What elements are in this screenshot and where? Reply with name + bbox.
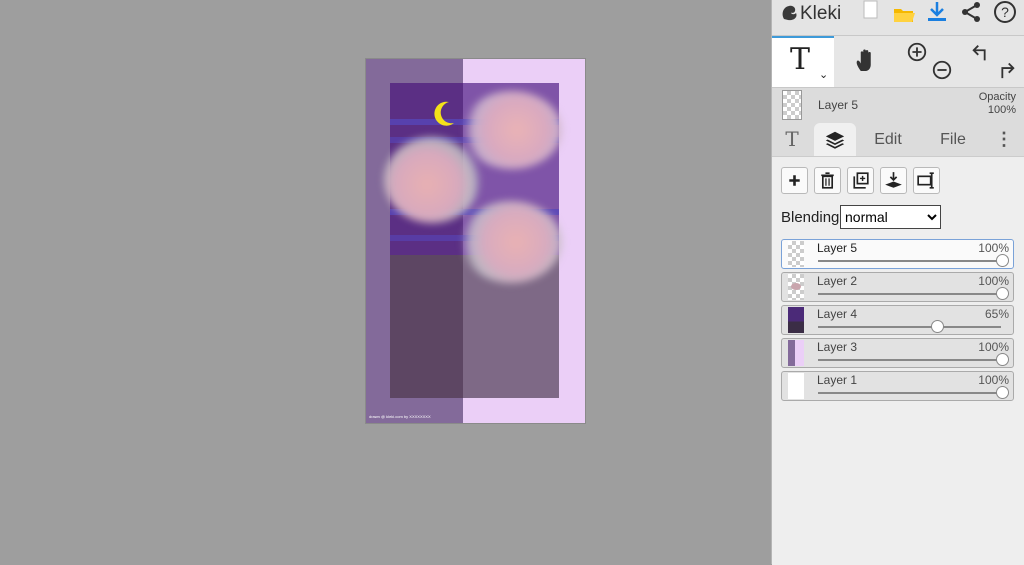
side-panel: Kleki ? T ⌄ Layer 5 Opacity 100% T Edit …	[771, 0, 1024, 565]
text-tool-glyph: T	[790, 42, 811, 77]
layer-opacity-knob[interactable]	[996, 254, 1009, 267]
layer-name: Layer 1	[817, 373, 858, 387]
hand-icon	[856, 49, 871, 71]
top-bar: Kleki ?	[772, 0, 1024, 36]
layers-panel: Blending normal Layer 5 100% Layer 2 100% La…	[772, 156, 1024, 565]
layer-opacity-slider[interactable]	[818, 326, 1001, 328]
kleki-squirrel-icon	[782, 5, 797, 21]
layer-thumbnail	[788, 241, 804, 267]
layer-thumbnail	[788, 307, 804, 333]
open-folder-icon[interactable]	[892, 2, 916, 26]
moon-icon	[434, 101, 454, 126]
kleki-logo: Kleki	[780, 2, 841, 25]
layer-opacity-knob[interactable]	[996, 386, 1009, 399]
share-icon[interactable]	[959, 0, 983, 24]
art-signature: drawn @ kleki.com by XXXXXXXX	[369, 414, 431, 419]
current-layer-thumbnail	[782, 90, 802, 120]
tab-layers[interactable]	[814, 123, 856, 156]
layer-opacity: 100%	[978, 274, 1009, 288]
zoom-out-icon[interactable]	[931, 59, 953, 81]
merge-down-button[interactable]	[880, 167, 907, 194]
art-cloud	[462, 91, 562, 169]
layer-opacity: 100%	[978, 373, 1009, 387]
current-layer-info: Layer 5 Opacity 100%	[772, 88, 1024, 124]
zoom-in-icon[interactable]	[906, 41, 928, 63]
duplicate-icon	[853, 172, 869, 189]
rename-layer-button[interactable]	[913, 167, 940, 194]
layer-name: Layer 2	[817, 274, 858, 288]
layer-opacity-slider[interactable]	[818, 359, 1001, 361]
opacity-value: 100%	[987, 104, 1016, 116]
layer-opacity-knob[interactable]	[996, 287, 1009, 300]
layer-thumbnail	[788, 340, 804, 366]
blending-label: Blending	[781, 209, 840, 226]
layer-row[interactable]: Layer 1 100%	[781, 371, 1014, 401]
app-name: Kleki	[800, 3, 842, 24]
layer-name: Layer 3	[817, 340, 858, 354]
text-tool-button[interactable]: T ⌄	[772, 36, 834, 87]
svg-text:?: ?	[1001, 4, 1009, 20]
art-ground-shaded	[390, 255, 463, 398]
trash-icon	[821, 172, 834, 189]
layer-name: Layer 4	[817, 307, 858, 321]
layer-opacity-knob[interactable]	[931, 320, 945, 333]
layer-opacity-knob[interactable]	[996, 353, 1009, 366]
download-icon[interactable]	[925, 0, 949, 24]
tab-file[interactable]: File	[932, 123, 974, 156]
layer-thumbnail	[788, 274, 804, 300]
undo-icon[interactable]	[970, 42, 992, 64]
blending-mode-select[interactable]: normal	[840, 205, 941, 229]
layer-row[interactable]: Layer 2 100%	[781, 272, 1014, 302]
artwork-canvas[interactable]: drawn @ kleki.com by XXXXXXXX	[366, 59, 585, 423]
layer-opacity-slider[interactable]	[818, 260, 1001, 262]
current-layer-opacity: Opacity 100%	[979, 91, 1016, 117]
plus-icon	[789, 175, 800, 186]
tool-bar: T ⌄	[772, 36, 1024, 88]
layer-row[interactable]: Layer 3 100%	[781, 338, 1014, 368]
layer-row[interactable]: Layer 5 100%	[781, 239, 1014, 269]
layer-name: Layer 5	[817, 241, 858, 255]
art-cloud	[460, 201, 562, 283]
panel-tabs: T Edit File ⋮	[772, 123, 1024, 156]
drawing-canvas-area[interactable]: drawn @ kleki.com by XXXXXXXX	[0, 0, 771, 564]
layer-thumbnail	[788, 373, 804, 399]
layer-opacity: 65%	[984, 307, 1009, 321]
layer-opacity-slider[interactable]	[818, 293, 1001, 295]
tab-edit[interactable]: Edit	[868, 123, 908, 156]
rename-icon	[917, 172, 934, 189]
history-tool-group	[962, 36, 1024, 87]
zoom-tool-group	[900, 36, 960, 87]
layer-opacity: 100%	[978, 340, 1009, 354]
more-menu-icon[interactable]: ⋮	[992, 123, 1016, 156]
tab-brush[interactable]: T	[772, 123, 812, 156]
layers-icon	[825, 131, 845, 149]
layer-opacity: 100%	[978, 241, 1009, 255]
art-cloud	[384, 137, 480, 223]
layer-opacity-slider[interactable]	[818, 392, 1001, 394]
new-file-icon[interactable]	[859, 0, 883, 24]
opacity-label: Opacity	[978, 91, 1016, 103]
delete-layer-button[interactable]	[814, 167, 841, 194]
help-icon[interactable]: ?	[993, 0, 1017, 24]
add-layer-button[interactable]	[781, 167, 808, 194]
merge-down-icon	[885, 172, 902, 188]
redo-icon[interactable]	[995, 58, 1017, 80]
layer-row[interactable]: Layer 4 65%	[781, 305, 1014, 335]
chevron-down-icon[interactable]: ⌄	[819, 68, 828, 81]
current-layer-name: Layer 5	[818, 98, 859, 112]
duplicate-layer-button[interactable]	[847, 167, 874, 194]
hand-tool-button[interactable]	[836, 36, 898, 87]
